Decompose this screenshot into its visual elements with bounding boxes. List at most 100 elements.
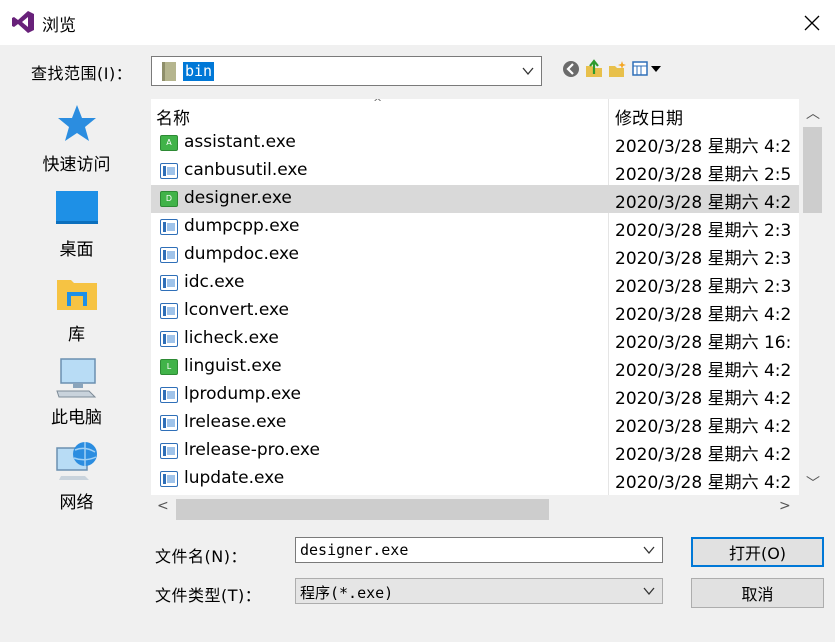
file-date: 2020/3/28 星期六 4:2	[615, 389, 792, 409]
file-row[interactable]: canbusutil.exe 2020/3/28 星期六 2:5	[151, 157, 799, 185]
file-row[interactable]: Aassistant.exe 2020/3/28 星期六 4:2	[151, 129, 799, 157]
horizontal-scrollbar[interactable]: < >	[151, 495, 799, 521]
scroll-down-icon[interactable]: ﹀	[806, 473, 820, 493]
file-row[interactable]: dumpdoc.exe 2020/3/28 星期六 2:3	[151, 241, 799, 269]
exe-file-icon	[160, 163, 178, 179]
places-bar: 快速访问 桌面 库 此电脑 网络	[1, 92, 142, 637]
place-this-pc[interactable]: 此电脑	[1, 355, 152, 428]
filetype-label: 文件类型(T)：	[155, 586, 262, 605]
place-label: 网络	[59, 493, 94, 513]
file-date: 2020/3/28 星期六 2:5	[615, 165, 792, 185]
close-icon	[804, 15, 820, 30]
column-name-header[interactable]: 名称	[156, 104, 190, 129]
file-name: idc.exe	[184, 272, 245, 292]
place-label: 快速访问	[42, 155, 111, 175]
file-row[interactable]: licheck.exe 2020/3/28 星期六 16:	[151, 325, 799, 353]
file-row[interactable]: dumpcpp.exe 2020/3/28 星期六 2:3	[151, 213, 799, 241]
file-date: 2020/3/28 星期六 16:	[615, 333, 792, 353]
file-name: assistant.exe	[184, 132, 296, 152]
file-date: 2020/3/28 星期六 2:3	[615, 277, 792, 297]
filename-combo[interactable]: designer.exe	[295, 537, 663, 563]
file-date: 2020/3/28 星期六 2:3	[615, 221, 792, 241]
file-row[interactable]: idc.exe 2020/3/28 星期六 2:3	[151, 269, 799, 297]
column-date-header[interactable]: 修改日期	[615, 104, 683, 129]
qt-app-icon: L	[160, 359, 178, 375]
computer-icon	[55, 358, 96, 398]
scroll-up-icon[interactable]: ︿	[806, 103, 820, 123]
file-row[interactable]: Ddesigner.exe 2020/3/28 星期六 4:2	[151, 185, 799, 213]
exe-file-icon	[160, 387, 178, 403]
file-date: 2020/3/28 星期六 4:2	[615, 305, 792, 325]
up-folder-icon[interactable]	[584, 59, 604, 79]
network-icon	[55, 442, 97, 480]
file-name: dumpcpp.exe	[184, 216, 300, 236]
exe-file-icon	[160, 415, 178, 431]
exe-file-icon	[160, 443, 178, 459]
filename-label: 文件名(N)：	[155, 547, 247, 566]
lookin-combo[interactable]: bin	[151, 56, 542, 86]
file-date: 2020/3/28 星期六 4:2	[615, 361, 792, 381]
exe-file-icon	[160, 471, 178, 487]
sort-ascending-icon: ^	[373, 99, 383, 109]
scroll-left-icon[interactable]: <	[157, 498, 169, 514]
file-row[interactable]: lrelease.exe 2020/3/28 星期六 4:2	[151, 409, 799, 437]
file-name: lrelease-pro.exe	[184, 440, 320, 460]
file-row[interactable]: lupdate.exe 2020/3/28 星期六 4:2	[151, 465, 799, 493]
scroll-right-icon[interactable]: >	[779, 498, 791, 514]
file-name: lconvert.exe	[184, 300, 289, 320]
file-row[interactable]: lconvert.exe 2020/3/28 星期六 4:2	[151, 297, 799, 325]
folder-icon	[162, 62, 176, 81]
file-name: linguist.exe	[184, 356, 282, 376]
file-name: designer.exe	[184, 188, 292, 208]
window-title: 浏览	[42, 16, 76, 36]
chevron-down-icon[interactable]	[642, 584, 656, 598]
visual-studio-icon	[12, 11, 34, 33]
file-name: lrelease.exe	[184, 412, 287, 432]
chevron-down-icon[interactable]	[642, 543, 656, 557]
column-header: ^ 名称 修改日期	[151, 99, 799, 129]
exe-file-icon	[160, 331, 178, 347]
file-date: 2020/3/28 星期六 4:2	[615, 417, 792, 437]
horizontal-scroll-thumb[interactable]	[176, 499, 549, 520]
filetype-select[interactable]: 程序(*.exe)	[295, 578, 663, 604]
place-quick-access[interactable]: 快速访问	[1, 102, 152, 175]
new-folder-icon[interactable]	[607, 59, 627, 79]
file-date: 2020/3/28 星期六 4:2	[615, 473, 792, 493]
file-name: canbusutil.exe	[184, 160, 308, 180]
vertical-scroll-thumb[interactable]	[803, 127, 822, 213]
filetype-value: 程序(*.exe)	[300, 584, 394, 602]
file-name: dumpdoc.exe	[184, 244, 300, 264]
file-row[interactable]: lrelease-pro.exe 2020/3/28 星期六 4:2	[151, 437, 799, 465]
file-name: lprodump.exe	[184, 384, 302, 404]
place-network[interactable]: 网络	[1, 440, 152, 513]
close-button[interactable]	[789, 0, 835, 45]
qt-app-icon: A	[160, 135, 178, 151]
place-library[interactable]: 库	[1, 272, 152, 345]
open-button[interactable]: 打开(O)	[691, 537, 824, 567]
desktop-icon	[55, 191, 98, 224]
file-row[interactable]: Llinguist.exe 2020/3/28 星期六 4:2	[151, 353, 799, 381]
lookin-label: 查找范围(I)：	[31, 64, 133, 83]
cancel-button[interactable]: 取消	[691, 578, 824, 608]
chevron-down-icon	[522, 67, 534, 76]
file-date: 2020/3/28 星期六 2:3	[615, 249, 792, 269]
exe-file-icon	[160, 275, 178, 291]
place-label: 此电脑	[51, 408, 102, 428]
file-name: licheck.exe	[184, 328, 279, 348]
file-date: 2020/3/28 星期六 4:2	[615, 193, 792, 213]
file-date: 2020/3/28 星期六 4:2	[615, 445, 792, 465]
place-desktop[interactable]: 桌面	[1, 187, 152, 260]
star-icon	[57, 105, 96, 141]
file-list[interactable]: ^ 名称 修改日期 Aassistant.exe 2020/3/28 星期六 4:…	[151, 99, 799, 495]
vertical-scrollbar[interactable]: ︿ ﹀	[799, 99, 827, 495]
place-label: 库	[68, 325, 85, 345]
back-icon[interactable]	[561, 59, 581, 79]
filename-value: designer.exe	[300, 541, 409, 559]
file-row[interactable]: lprodump.exe 2020/3/28 星期六 4:2	[151, 381, 799, 409]
qt-app-icon: D	[160, 191, 178, 207]
library-icon	[56, 280, 97, 310]
exe-file-icon	[160, 247, 178, 263]
view-menu-icon[interactable]	[631, 59, 663, 79]
exe-file-icon	[160, 303, 178, 319]
file-date: 2020/3/28 星期六 4:2	[615, 137, 792, 157]
